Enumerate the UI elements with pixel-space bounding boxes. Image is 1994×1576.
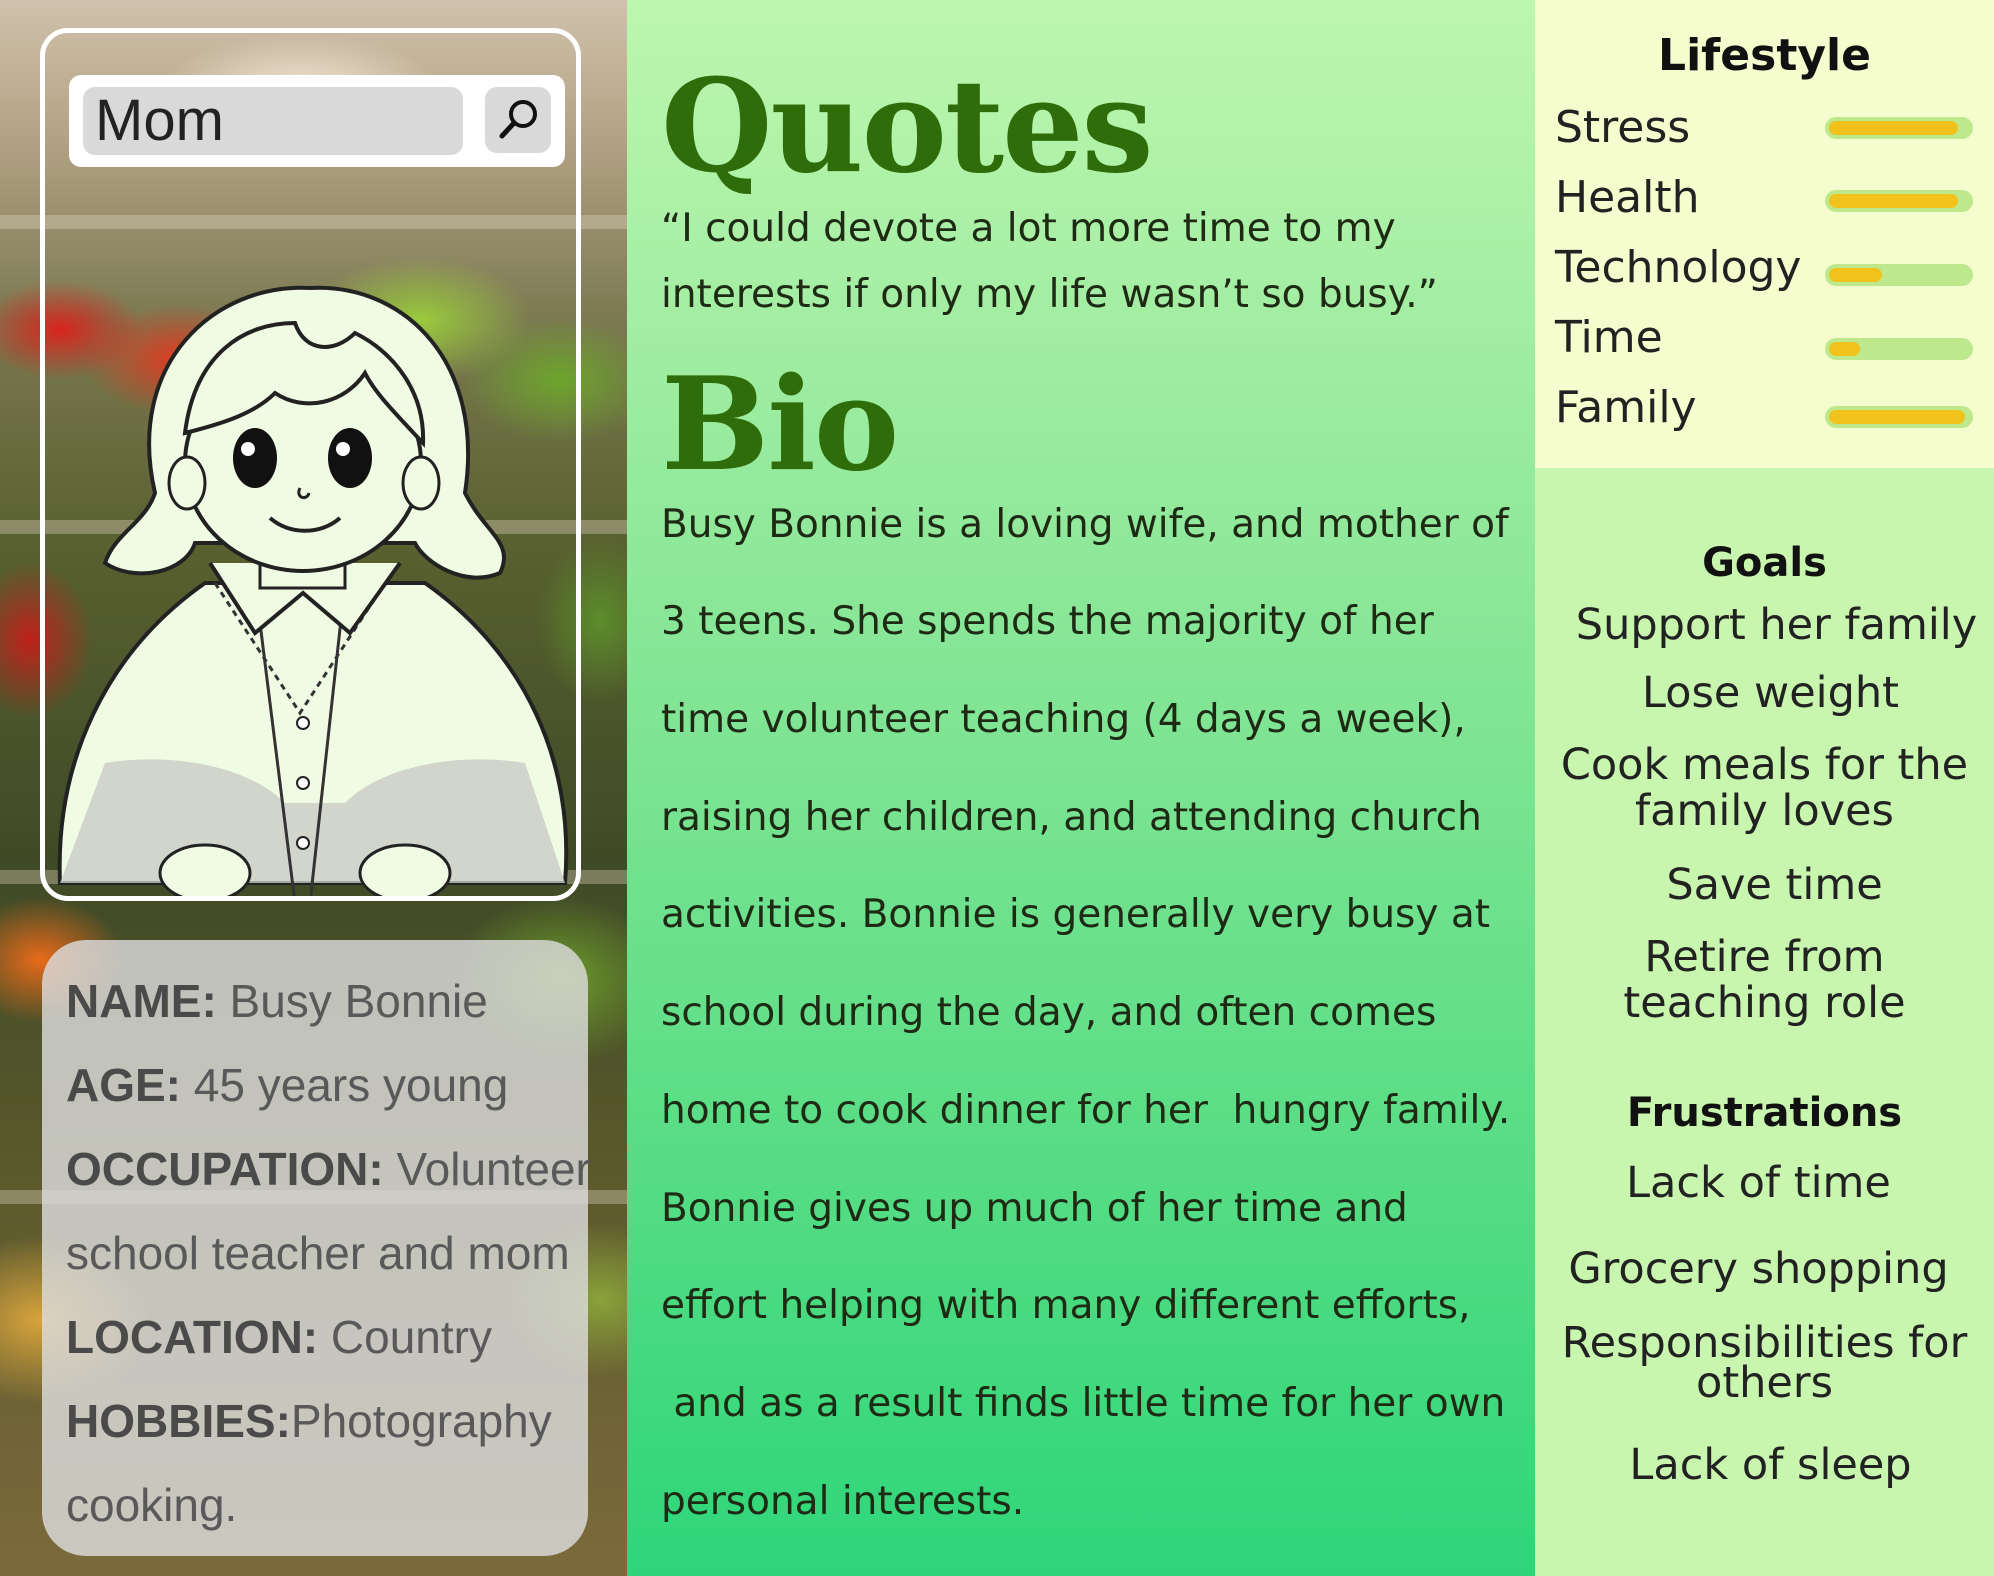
goal-item: family loves (1635, 786, 1894, 836)
lifestyle-bar-time (1825, 338, 1973, 360)
bio-line: Bonnie gives up much of her time and (661, 1186, 1408, 1231)
bio-line: personal interests. (661, 1479, 1025, 1524)
lifestyle-heading: Lifestyle (1658, 30, 1871, 81)
bio-line: raising her children, and attending chur… (661, 795, 1482, 840)
traits-panel: Lifestyle Stress Health Technology Time … (1535, 0, 1994, 1576)
lifestyle-label-time: Time (1555, 312, 1663, 363)
lifestyle-label-health: Health (1555, 172, 1700, 223)
lifestyle-label-stress: Stress (1555, 102, 1691, 153)
lifestyle-bar-family (1825, 406, 1973, 428)
lifestyle-bar-technology (1825, 264, 1973, 286)
frustration-item: others (1696, 1358, 1833, 1408)
info-occupation-value: Volunteer (383, 1143, 591, 1195)
info-name-value: Busy Bonnie (216, 975, 488, 1027)
goal-item: teaching role (1623, 978, 1906, 1028)
search-button[interactable] (485, 87, 551, 153)
frustration-item: Lack of time (1626, 1158, 1891, 1208)
frustrations-heading: Frustrations (1626, 1090, 1903, 1136)
info-age-label: AGE: (66, 1059, 181, 1111)
lifestyle-label-family: Family (1555, 382, 1697, 433)
goal-item: Cook meals for the (1560, 740, 1969, 790)
lifestyle-bar-fill (1829, 194, 1958, 208)
goal-item: Lose weight (1641, 668, 1899, 718)
lifestyle-bar-fill (1829, 342, 1860, 356)
info-name: NAME: Busy Bonnie (66, 974, 488, 1028)
info-age-value: 45 years young (181, 1059, 509, 1111)
info-name-label: NAME: (66, 975, 217, 1027)
goal-item: Retire from (1644, 932, 1885, 982)
lifestyle-bar-fill (1829, 268, 1882, 282)
search-input[interactable]: Mom (83, 87, 463, 155)
info-occupation-label: OCCUPATION: (66, 1143, 384, 1195)
frustration-item: Lack of sleep (1629, 1440, 1912, 1490)
goal-item: Save time (1666, 860, 1883, 910)
persona-illustration (57, 285, 569, 896)
lifestyle-label-technology: Technology (1555, 242, 1802, 293)
bio-line: effort helping with many different effor… (661, 1283, 1471, 1328)
info-hobbies-label: HOBBIES: (66, 1395, 291, 1447)
bio-line: Busy Bonnie is a loving wife, and mother… (661, 502, 1509, 547)
lifestyle-bar-fill (1829, 410, 1965, 424)
info-hobbies: HOBBIES:Photography (66, 1394, 552, 1448)
info-age: AGE: 45 years young (66, 1058, 508, 1112)
lifestyle-bar-health (1825, 190, 1973, 212)
info-hobbies-continued: cooking. (66, 1479, 238, 1531)
search-bar: Mom (69, 75, 565, 167)
photo-background-panel: Mom NAME: Busy Bonnie AGE: 45 years youn… (0, 0, 627, 1576)
quotes-heading: Quotes (661, 52, 1154, 202)
search-icon (499, 100, 537, 139)
bio-line: and as a result finds little time for he… (661, 1381, 1506, 1426)
bio-heading: Bio (661, 350, 899, 500)
bio-line: school during the day, and often comes (661, 990, 1437, 1035)
info-location-label: LOCATION: (66, 1311, 319, 1363)
lifestyle-bar-fill (1829, 121, 1958, 135)
goals-heading: Goals (1702, 540, 1827, 586)
bio-line: home to cook dinner for her hungry famil… (661, 1088, 1511, 1133)
frustration-item: Grocery shopping (1568, 1244, 1949, 1294)
persona-info-card: NAME: Busy Bonnie AGE: 45 years young OC… (42, 940, 591, 1556)
bio-line: activities. Bonnie is generally very bus… (661, 892, 1491, 937)
quotes-bio-panel: Quotes “I could devote a lot more time t… (627, 0, 1535, 1576)
info-occupation-continued: school teacher and mom (66, 1227, 570, 1279)
info-hobbies-value: Photography (290, 1395, 552, 1447)
bio-line: 3 teens. She spends the majority of her (661, 599, 1434, 644)
goal-item: Support her family (1575, 600, 1978, 650)
lifestyle-section: Lifestyle Stress Health Technology Time … (1535, 0, 1994, 468)
bio-line: time volunteer teaching (4 days a week), (661, 697, 1466, 742)
quote-text: “I could devote a lot more time to my in… (661, 206, 1438, 317)
info-location: LOCATION: Country (66, 1310, 492, 1364)
info-occupation: OCCUPATION: Volunteer (66, 1142, 591, 1196)
lifestyle-bar-stress (1825, 117, 1973, 139)
info-location-value: Country (318, 1311, 492, 1363)
phone-frame: Mom (40, 28, 581, 901)
